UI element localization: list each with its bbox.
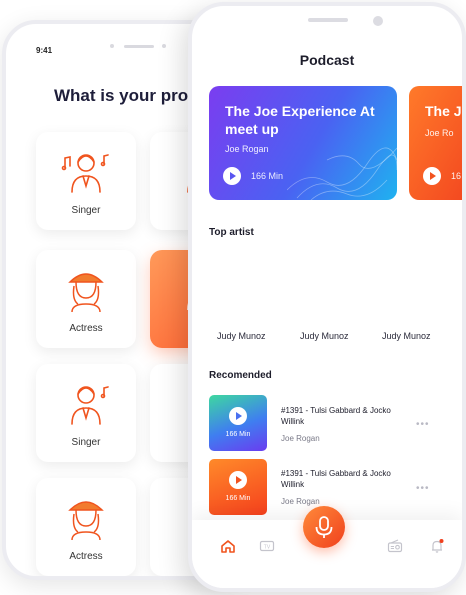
singer-icon	[71, 386, 109, 425]
singer-icon	[61, 154, 109, 193]
page-title: Podcast	[299, 52, 355, 68]
section-heading: Recomended	[209, 370, 272, 381]
episode-title[interactable]: #1391 - Tulsi Gabbard & Jocko Willink	[281, 405, 391, 427]
profession-tile[interactable]: Actress	[36, 478, 136, 576]
mic-icon	[315, 516, 333, 538]
actress-icon	[68, 273, 104, 313]
podcast-screen: Podcast The Joe Experience At meet up Jo…	[188, 2, 466, 592]
artist-name[interactable]: Judy Munoz	[217, 331, 266, 341]
featured-duration: 166 Min	[251, 171, 284, 181]
profession-tile[interactable]: Singer	[36, 364, 136, 462]
profession-tile[interactable]: Singer	[36, 132, 136, 230]
play-icon[interactable]	[229, 407, 247, 425]
episode-thumbnail[interactable]: 166 Min	[209, 459, 267, 515]
radio-icon[interactable]	[387, 538, 403, 554]
notch	[110, 44, 170, 48]
episode-author: Joe Rogan	[281, 497, 320, 506]
play-icon[interactable]	[223, 167, 241, 185]
profession-tile[interactable]: Actress	[36, 250, 136, 348]
episode-duration: 166 Min	[225, 431, 251, 438]
artist-name[interactable]: Judy Munoz	[382, 331, 431, 341]
episode-duration: 166 Min	[225, 495, 251, 502]
wave-decoration	[287, 147, 397, 200]
svg-text:TV: TV	[264, 545, 271, 551]
bell-icon[interactable]	[429, 538, 445, 554]
tile-label: Singer	[71, 437, 101, 448]
featured-title: The J	[425, 103, 462, 119]
featured-title: The Joe Experience At meet up	[225, 103, 375, 137]
tv-icon[interactable]: TV	[259, 538, 275, 554]
featured-author: Joe Ro	[425, 128, 454, 138]
actress-icon	[68, 501, 104, 541]
episode-author: Joe Rogan	[281, 434, 320, 443]
status-time: 9:41	[36, 46, 53, 55]
tile-label: Singer	[71, 205, 101, 216]
mic-button[interactable]	[303, 506, 345, 548]
tile-label: Actress	[69, 323, 103, 334]
more-options-icon[interactable]: •••	[416, 483, 430, 494]
section-heading: Top artist	[209, 227, 254, 238]
home-icon[interactable]	[220, 538, 236, 554]
featured-card[interactable]: The Joe Experience At meet up Joe Rogan …	[209, 86, 397, 200]
play-icon[interactable]	[423, 167, 441, 185]
play-icon[interactable]	[229, 471, 247, 489]
more-options-icon[interactable]: •••	[416, 419, 430, 430]
bottom-nav: TV	[192, 506, 462, 588]
episode-thumbnail[interactable]: 166 Min	[209, 395, 267, 451]
episode-title[interactable]: #1391 - Tulsi Gabbard & Jocko Willink	[281, 468, 391, 490]
featured-author: Joe Rogan	[225, 144, 269, 154]
featured-duration: 16	[451, 171, 462, 181]
artist-name[interactable]: Judy Munoz	[300, 331, 349, 341]
featured-card[interactable]: The J Joe Ro 16	[409, 86, 462, 200]
tile-label: Actress	[69, 551, 103, 562]
